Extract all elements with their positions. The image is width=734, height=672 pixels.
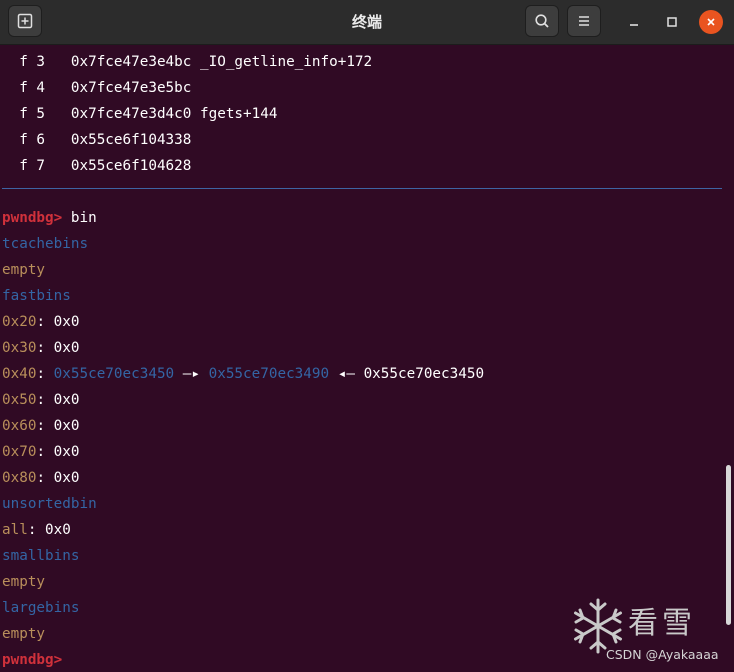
menu-button[interactable] — [567, 5, 601, 37]
forward-arrow-icon: —▸ — [182, 366, 200, 382]
fastbin-row: 0x60: 0x0 — [2, 418, 80, 434]
back-arrow-icon: ◂— — [337, 366, 355, 382]
hamburger-menu-icon — [579, 16, 589, 26]
maximize-button[interactable] — [660, 10, 684, 34]
chunk-address: 0x55ce70ec3450 — [53, 366, 175, 382]
terminal-window: 终端 f 3 0x7fce47e3e4bc _IO_getline_info+1… — [0, 0, 734, 672]
tcache-header: tcachebins — [2, 236, 89, 252]
tcache-value: empty — [2, 262, 46, 278]
backtrace-frame: f 4 0x7fce47e3e5bc — [19, 80, 192, 96]
fastbin-row: 0x50: 0x0 — [2, 392, 80, 408]
new-tab-button[interactable] — [8, 5, 42, 37]
search-button[interactable] — [525, 5, 559, 37]
backtrace-frame: f 6 0x55ce6f104338 — [19, 132, 192, 148]
close-button[interactable] — [699, 10, 723, 34]
chunk-address: 0x55ce70ec3450 — [363, 366, 485, 382]
prompt: pwndbg> — [2, 210, 63, 226]
fastbin-row: 0x30: 0x0 — [2, 340, 80, 356]
minimize-icon — [630, 24, 638, 26]
close-icon — [707, 18, 715, 26]
unsortedbin-header: unsortedbin — [2, 496, 97, 512]
section-separator — [2, 188, 722, 189]
prompt: pwndbg> — [2, 652, 63, 668]
chunk-address: 0x55ce70ec3490 — [208, 366, 330, 382]
unsortedbin-row: all: 0x0 — [2, 522, 71, 538]
fastbin-row: 0x80: 0x0 — [2, 470, 80, 486]
backtrace-frame: f 7 0x55ce6f104628 — [19, 158, 192, 174]
terminal-output[interactable]: f 3 0x7fce47e3e4bc _IO_getline_info+172 … — [0, 45, 734, 672]
backtrace-frame: f 3 0x7fce47e3e4bc _IO_getline_info+172 — [19, 54, 373, 70]
maximize-icon — [667, 17, 677, 27]
fastbin-row: 0x40: 0x55ce70ec3450 —▸ 0x55ce70ec3490 ◂… — [2, 366, 485, 382]
search-icon — [535, 14, 549, 28]
new-tab-icon — [17, 13, 33, 29]
fastbins-header: fastbins — [2, 288, 71, 304]
smallbins-header: smallbins — [2, 548, 80, 564]
fastbin-row: 0x20: 0x0 — [2, 314, 80, 330]
title-bar: 终端 — [0, 0, 734, 45]
minimize-button[interactable] — [622, 10, 646, 34]
watermark-logo-text: 看雪 — [628, 606, 696, 641]
fastbin-row: 0x70: 0x0 — [2, 444, 80, 460]
command-text: bin — [70, 210, 97, 226]
prompt-line: pwndbg> — [2, 647, 62, 672]
smallbins-value: empty — [2, 574, 46, 590]
watermark-credit: CSDN @Ayakaaaa — [606, 647, 719, 662]
largebins-header: largebins — [2, 600, 80, 616]
scrollbar-thumb[interactable] — [726, 465, 731, 625]
command-line: pwndbg> bin — [2, 205, 97, 231]
backtrace-frame: f 5 0x7fce47e3d4c0 fgets+144 — [19, 106, 278, 122]
largebins-value: empty — [2, 626, 46, 642]
